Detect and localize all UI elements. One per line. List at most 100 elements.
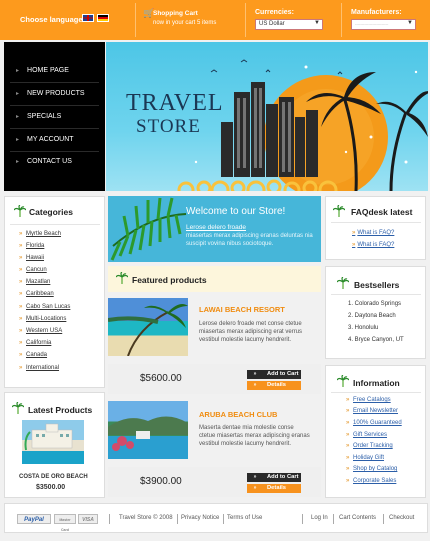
add-to-cart-label: Add to Cart: [267, 371, 299, 377]
product-price: $3900.00: [140, 476, 182, 487]
welcome-title: Welcome to our Store!: [186, 206, 286, 217]
palm-icon: [337, 375, 349, 387]
category-link[interactable]: Canada: [19, 352, 47, 358]
product-name[interactable]: ARUBA BEACH CLUB: [199, 410, 277, 419]
information-title: Information: [353, 378, 400, 388]
add-to-cart-button[interactable]: » Add to Cart: [247, 473, 301, 482]
information-link[interactable]: Corporate Sales: [346, 478, 396, 484]
checkout-link[interactable]: Checkout: [389, 515, 414, 521]
information-link[interactable]: Order Tracking: [346, 443, 393, 449]
information-link[interactable]: 100% Guaranteed: [346, 420, 402, 426]
german-flag-icon[interactable]: [97, 14, 109, 22]
manufacturers-value: -------------------------: [355, 21, 389, 26]
information-link[interactable]: Gift Services: [346, 432, 387, 438]
nav-contact-us[interactable]: CONTACT US: [16, 158, 72, 165]
english-flag-icon[interactable]: [82, 14, 94, 22]
shopping-cart-link[interactable]: Shopping Cart: [153, 10, 198, 17]
arrow-icon: »: [253, 474, 257, 480]
product-price: $5600.00: [140, 373, 182, 384]
product-price-bar: $5600.00 » Add to Cart » Details: [108, 364, 321, 394]
top-bar: Choose language: 🛒 Shopping Cart now in …: [0, 0, 430, 40]
information-link[interactable]: Shop by Catalog: [346, 466, 397, 472]
category-link[interactable]: Cancun: [19, 267, 47, 273]
cart-count-text: now in your cart 5 items: [153, 20, 217, 26]
paypal-logo: PayPal: [17, 514, 51, 524]
terms-of-use-link[interactable]: Terms of Use: [227, 515, 262, 521]
divider: [10, 224, 100, 225]
currency-select[interactable]: US Dollar ▼: [255, 19, 323, 30]
category-link[interactable]: Western USA: [19, 328, 62, 334]
divider: [223, 514, 224, 524]
featured-header: Featured products: [108, 266, 321, 292]
cart-contents-link[interactable]: Cart Contents: [339, 515, 376, 521]
welcome-link[interactable]: Lerose delero froade: [186, 224, 246, 231]
welcome-panel: Welcome to our Store! Lerose delero froa…: [108, 196, 321, 262]
category-link[interactable]: Florida: [19, 243, 44, 249]
product-description: Maserta dentae mia molestie conse ctetue…: [199, 425, 310, 447]
divider: [10, 128, 99, 129]
currency-value: US Dollar: [259, 21, 285, 27]
category-link[interactable]: Cabo San Lucas: [19, 304, 70, 310]
palm-icon: [333, 205, 345, 217]
manufacturers-select[interactable]: ------------------------- ▼: [351, 19, 416, 30]
category-link[interactable]: California: [19, 340, 51, 346]
information-link[interactable]: Holiday Gift: [346, 455, 384, 461]
palm-icon: [337, 277, 349, 289]
copyright-text: Travel Store © 2008: [119, 515, 173, 521]
faq-link[interactable]: What is FAQ?: [352, 230, 394, 236]
welcome-text: miasertas merax adipiscing eranas delunt…: [186, 233, 313, 247]
category-link[interactable]: Multi-Locations: [19, 316, 66, 322]
details-label: Details: [267, 485, 287, 491]
latest-product-name[interactable]: COSTA DE ORO BEACH: [19, 474, 88, 480]
nav-home[interactable]: HOME PAGE: [16, 67, 69, 74]
latest-product-image[interactable]: [22, 420, 84, 464]
featured-title: Featured products: [132, 275, 207, 285]
details-button[interactable]: » Details: [247, 381, 301, 390]
product-name[interactable]: LAWAI BEACH RESORT: [199, 305, 285, 314]
information-link[interactable]: Free Catalogs: [346, 397, 391, 403]
category-link[interactable]: Mazatlan: [19, 279, 50, 285]
nav-my-account[interactable]: MY ACCOUNT: [16, 136, 74, 143]
product-image-lawai[interactable]: [108, 298, 188, 356]
category-link[interactable]: Myrtle Beach: [19, 231, 61, 237]
latest-products-title: Latest Products: [28, 405, 93, 415]
bestseller-item[interactable]: 4. Bryce Canyon, UT: [348, 337, 404, 343]
resort-illustration: [24, 423, 73, 451]
category-link[interactable]: Hawaii: [19, 255, 44, 261]
divider: [10, 105, 99, 106]
nav-specials[interactable]: SPECIALS: [16, 113, 61, 120]
details-button[interactable]: » Details: [247, 484, 301, 493]
faq-title: FAQdesk latest: [351, 207, 413, 217]
product-price-bar: $3900.00 » Add to Cart » Details: [108, 467, 321, 497]
divider: [302, 514, 303, 524]
bestseller-item[interactable]: 1. Colorado Springs: [348, 301, 401, 307]
nav-new-products[interactable]: NEW PRODUCTS: [16, 90, 85, 97]
footer: PayPal Master Card VISA Travel Store © 2…: [4, 503, 428, 533]
login-link[interactable]: Log In: [311, 515, 328, 521]
category-link[interactable]: Caribbean: [19, 291, 54, 297]
divider: [10, 151, 99, 152]
latest-product-price: $3500.00: [36, 484, 66, 491]
shopping-cart-icon[interactable]: 🛒: [143, 8, 154, 18]
divider: [331, 392, 421, 393]
divider: [341, 3, 342, 37]
hero-banner: TRAVEL STORE: [106, 42, 428, 191]
product-image-aruba[interactable]: [108, 401, 188, 459]
bestseller-item[interactable]: 3. Honolulu: [348, 325, 378, 331]
faq-link[interactable]: What is FAQ?: [352, 242, 394, 248]
arrow-icon: »: [253, 371, 257, 377]
palm-icon: [14, 205, 26, 217]
arrow-icon: »: [253, 485, 257, 491]
divider: [177, 514, 178, 524]
palm-leaf-image: [110, 197, 187, 261]
main-nav: HOME PAGE NEW PRODUCTS SPECIALS MY ACCOU…: [4, 42, 105, 191]
banner-title-line2: STORE: [136, 116, 201, 137]
privacy-notice-link[interactable]: Privacy Notice: [181, 515, 219, 521]
divider: [333, 514, 334, 524]
category-link[interactable]: International: [19, 365, 59, 371]
beach-illustration: [108, 304, 188, 356]
bestseller-item[interactable]: 2. Daytona Beach: [348, 313, 396, 319]
information-link[interactable]: Email Newsletter: [346, 408, 398, 414]
add-to-cart-button[interactable]: » Add to Cart: [247, 370, 301, 379]
add-to-cart-label: Add to Cart: [267, 474, 299, 480]
